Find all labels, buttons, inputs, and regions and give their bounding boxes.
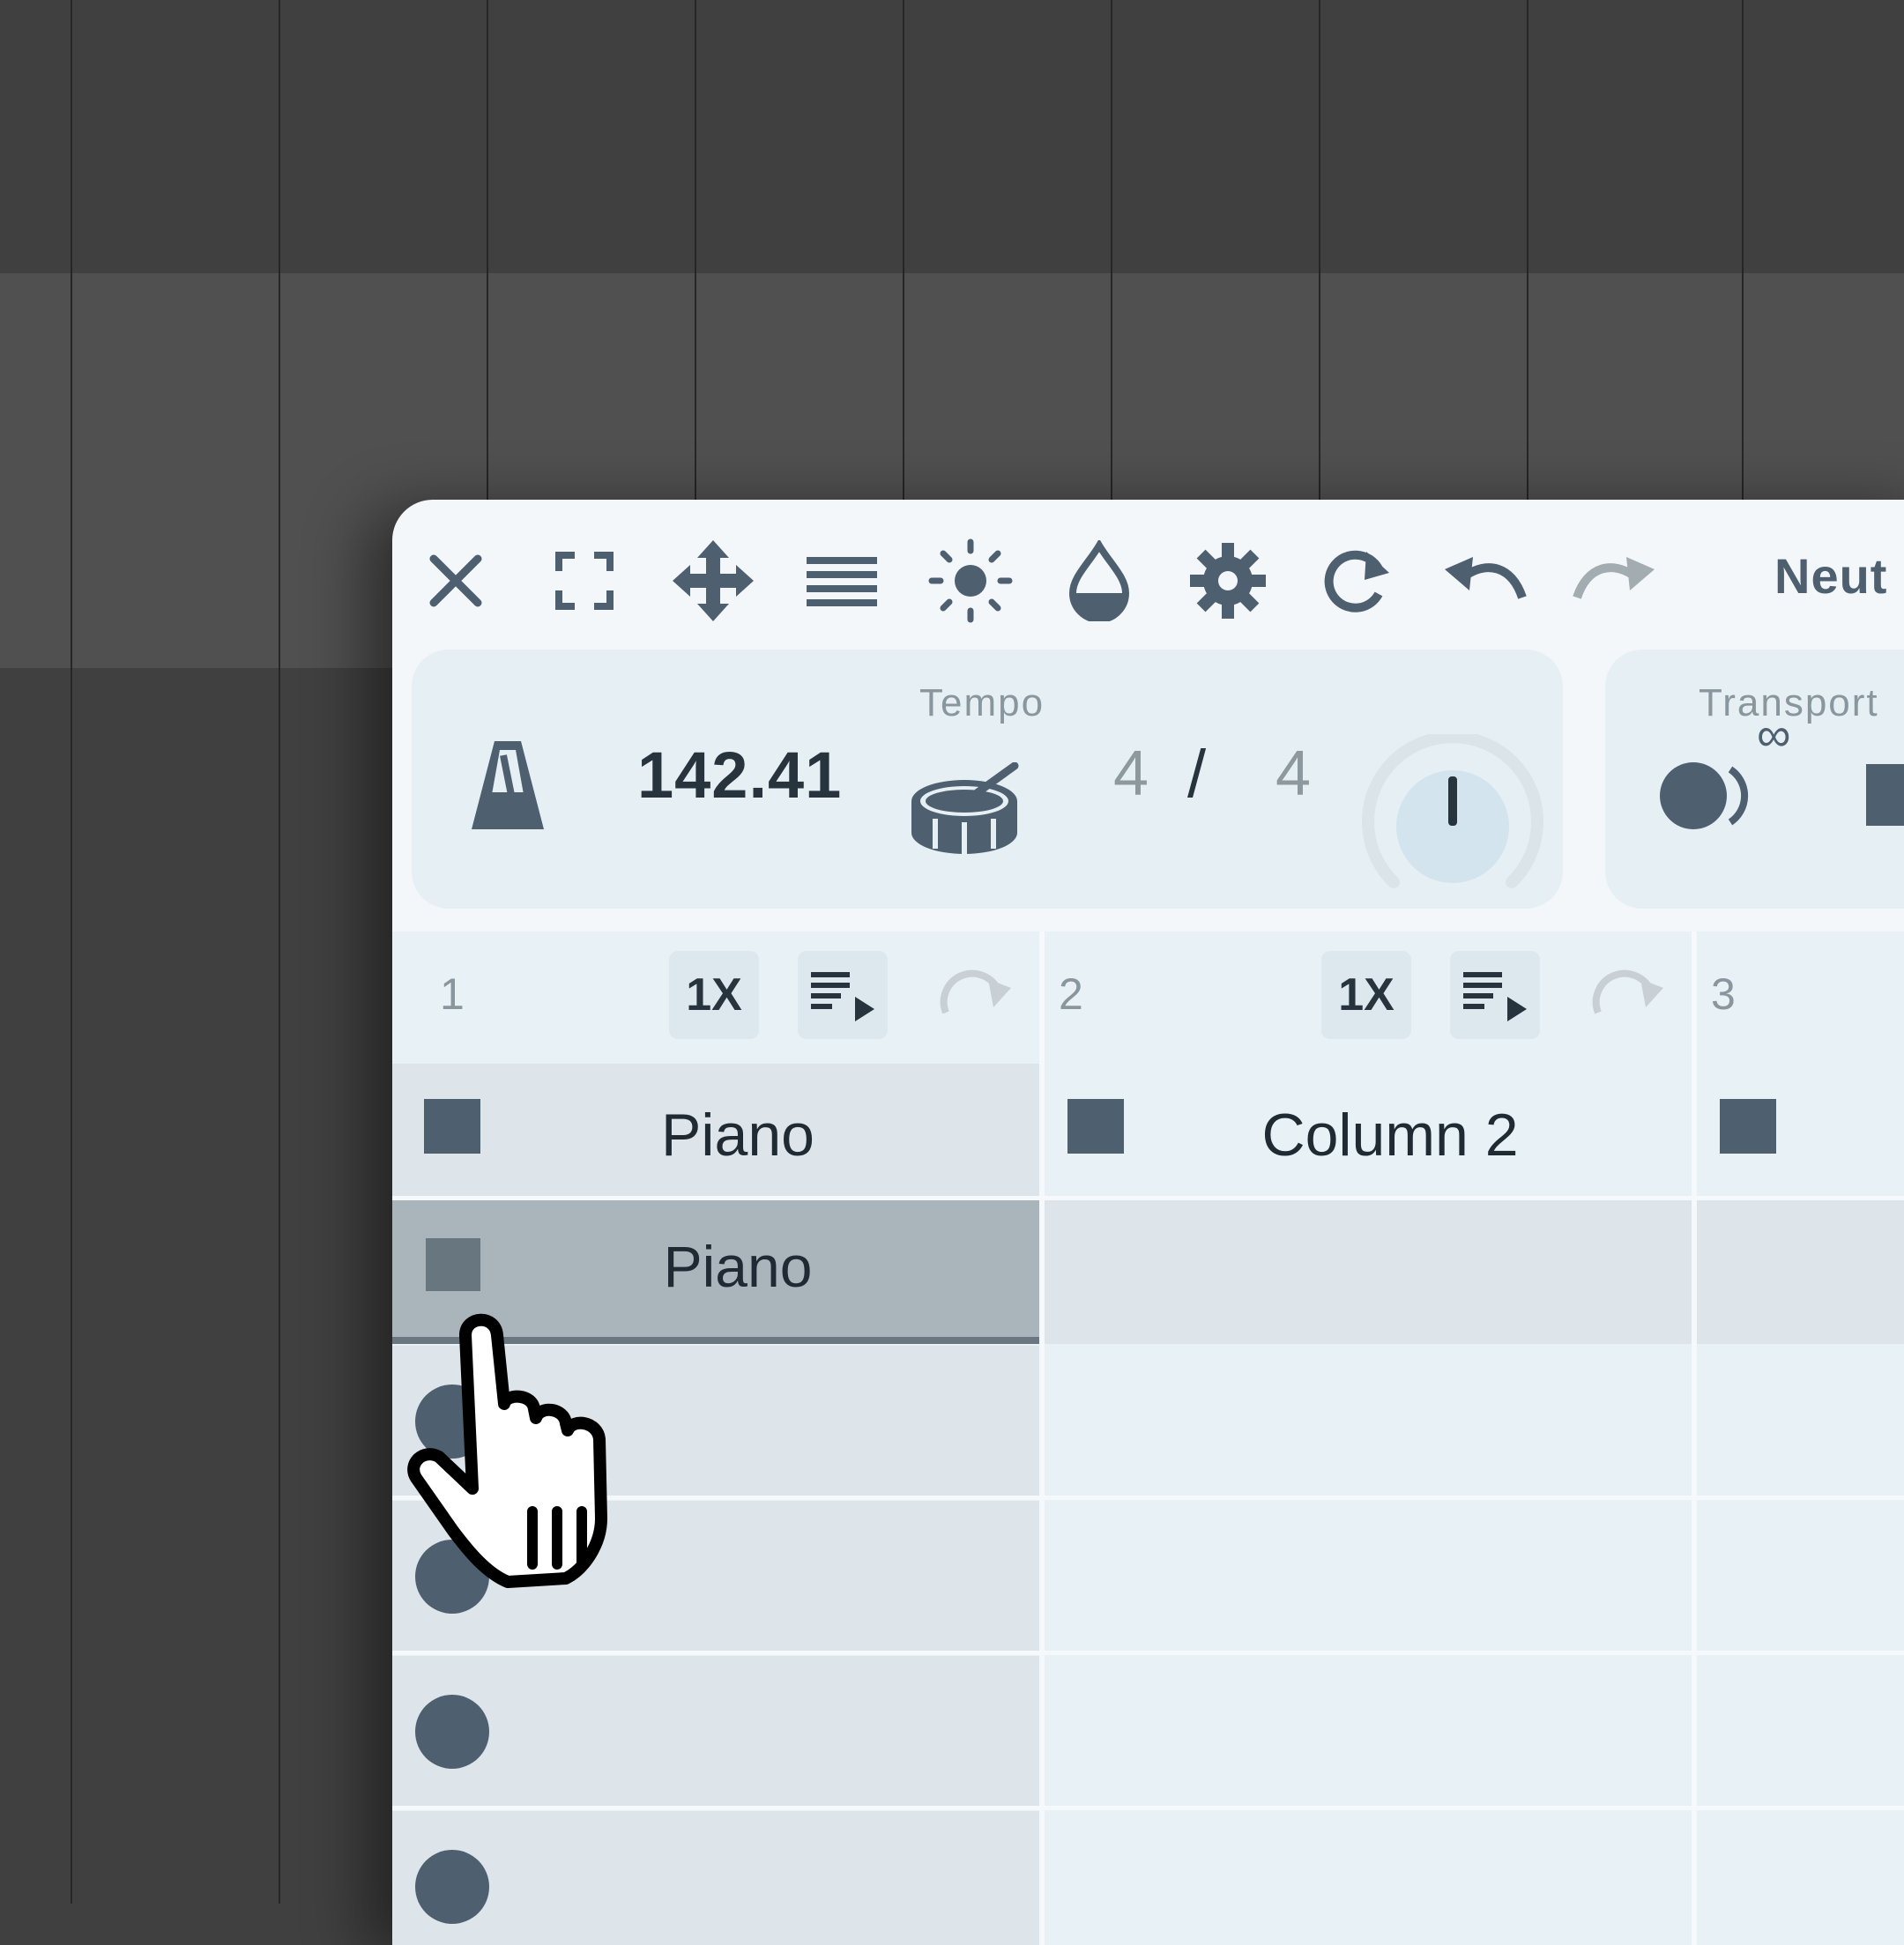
swing-knob[interactable] bbox=[1360, 731, 1545, 924]
playback-rate-label: 1X bbox=[1338, 969, 1395, 1021]
clip-record-button[interactable] bbox=[415, 1695, 489, 1769]
menu-icon[interactable] bbox=[796, 535, 888, 627]
column-header: 3 bbox=[1697, 932, 1904, 1064]
move-icon[interactable] bbox=[667, 535, 759, 627]
row-divider bbox=[392, 1651, 1904, 1655]
clip-slot[interactable] bbox=[1697, 1656, 1904, 1808]
playback-rate-button[interactable]: 1X bbox=[669, 951, 759, 1039]
column-header: 1 1X bbox=[392, 932, 1039, 1064]
column-header: 2 1X bbox=[1045, 932, 1692, 1064]
loop-infinite-icon: ∞ bbox=[1757, 709, 1791, 761]
clip-name: Piano bbox=[663, 1234, 813, 1299]
playlist-mode-button[interactable] bbox=[798, 951, 888, 1039]
column-3: 3 bbox=[1697, 932, 1904, 1945]
column-number: 2 bbox=[1059, 969, 1083, 1019]
color-icon[interactable] bbox=[1053, 535, 1145, 627]
toolbar: Neut bbox=[392, 500, 1904, 648]
clip-slot[interactable] bbox=[392, 1656, 1039, 1808]
redo-icon[interactable] bbox=[1568, 535, 1660, 627]
time-signature-denominator[interactable]: 4 bbox=[1276, 738, 1311, 810]
clip-slot[interactable] bbox=[1697, 1501, 1904, 1652]
column-number: 3 bbox=[1711, 969, 1736, 1019]
transport-panel: Transport ∞ bbox=[1605, 650, 1904, 909]
playlist-mode-button[interactable] bbox=[1450, 951, 1540, 1039]
grid-line bbox=[71, 0, 72, 1904]
column-title[interactable]: Piano bbox=[392, 1101, 1039, 1169]
playlist-play-icon bbox=[811, 972, 874, 1021]
column-title-bar[interactable] bbox=[1697, 1064, 1904, 1198]
brightness-icon[interactable] bbox=[925, 535, 1016, 627]
clip-slot[interactable] bbox=[1045, 1198, 1692, 1344]
clip-slot[interactable] bbox=[1045, 1811, 1692, 1945]
hand-cursor-icon bbox=[407, 1313, 607, 1588]
follow-action-icon[interactable] bbox=[1591, 969, 1667, 1026]
fullscreen-icon[interactable] bbox=[539, 535, 630, 627]
column-title-bar[interactable]: Piano bbox=[392, 1064, 1039, 1198]
close-icon[interactable] bbox=[410, 535, 502, 627]
clip-slot[interactable] bbox=[1045, 1501, 1692, 1652]
column-title[interactable]: Column 2 bbox=[1045, 1101, 1692, 1169]
playback-rate-label: 1X bbox=[686, 969, 742, 1021]
clip-slot[interactable] bbox=[1045, 1656, 1692, 1808]
reload-icon[interactable] bbox=[1311, 535, 1402, 627]
clip-slot[interactable] bbox=[1697, 1811, 1904, 1945]
clip-record-button[interactable] bbox=[415, 1850, 489, 1924]
row-divider bbox=[392, 1196, 1904, 1200]
stop-icon[interactable] bbox=[1866, 764, 1904, 826]
clip-slot[interactable] bbox=[1697, 1346, 1904, 1497]
clip-slot[interactable] bbox=[1045, 1346, 1692, 1497]
plugin-window: Neut Tempo 142.41 4 / 4 Transport ∞ 1 1X… bbox=[392, 500, 1904, 1945]
column-stop-button[interactable] bbox=[1720, 1099, 1776, 1154]
column-2: 2 1X Column 2 bbox=[1045, 932, 1692, 1945]
clip-slot[interactable] bbox=[392, 1811, 1039, 1945]
tempo-panel-title: Tempo bbox=[919, 681, 1045, 724]
clip-slot[interactable] bbox=[1697, 1198, 1904, 1344]
tempo-value[interactable]: 142.41 bbox=[637, 738, 842, 813]
drum-icon[interactable] bbox=[909, 761, 1020, 864]
undo-icon[interactable] bbox=[1439, 535, 1531, 627]
playlist-play-icon bbox=[1463, 972, 1527, 1021]
preset-name[interactable]: Neut bbox=[1774, 547, 1887, 605]
column-title-bar[interactable]: Column 2 bbox=[1045, 1064, 1692, 1198]
grid-line bbox=[279, 0, 280, 1904]
follow-action-icon[interactable] bbox=[939, 969, 1015, 1026]
time-signature-numerator[interactable]: 4 bbox=[1113, 738, 1149, 810]
row-divider bbox=[392, 1806, 1904, 1810]
settings-icon[interactable] bbox=[1182, 535, 1274, 627]
time-signature-separator: / bbox=[1187, 737, 1207, 812]
playback-rate-button[interactable]: 1X bbox=[1321, 951, 1411, 1039]
column-number: 1 bbox=[440, 969, 465, 1019]
loop-record-icon[interactable] bbox=[1655, 752, 1760, 844]
tempo-panel: Tempo 142.41 4 / 4 bbox=[412, 650, 1563, 909]
metronome-icon[interactable] bbox=[468, 738, 547, 839]
